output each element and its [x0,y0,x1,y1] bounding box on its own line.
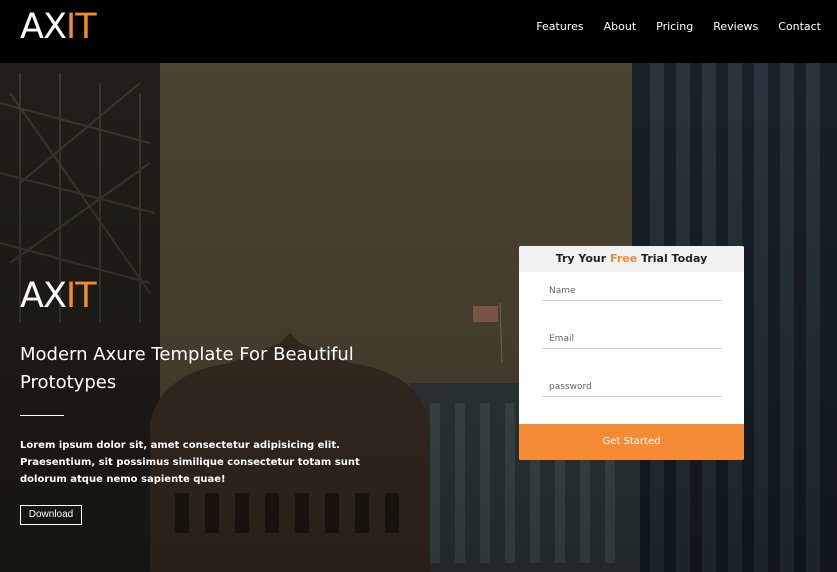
main-nav: Features About Pricing Reviews Contact [536,20,821,34]
nav-reviews[interactable]: Reviews [713,20,758,34]
brand-accent: IT [65,7,97,47]
get-started-button[interactable]: Get Started [519,424,744,460]
heading-after: Trial Today [641,252,708,265]
hero-body-text: Lorem ipsum dolor sit, amet consectetur … [20,440,360,485]
hero-divider [20,415,64,416]
hero-title-accent: IT [65,276,97,316]
nav-pricing[interactable]: Pricing [656,20,693,34]
download-button[interactable]: Download [20,505,82,525]
brand-prefix: AX [20,7,67,47]
brand-logo[interactable]: AXIT [20,6,97,48]
nav-contact[interactable]: Contact [778,20,821,34]
top-navbar: AXIT Features About Pricing Reviews Cont… [0,0,837,63]
hero-subtitle: Modern Axure Template For Beautiful Prot… [20,344,354,393]
signup-card-heading: Try Your Free Trial Today [519,246,744,272]
email-input[interactable] [542,329,722,349]
heading-before: Try Your [555,252,607,265]
password-input[interactable] [542,377,722,397]
name-input[interactable] [542,281,722,301]
signup-card: Try Your Free Trial Today Get Started [519,246,744,460]
heading-accent: Free [610,252,638,265]
hero-title: AXIT [20,276,97,316]
nav-about[interactable]: About [604,20,637,34]
nav-features[interactable]: Features [536,20,583,34]
hero-title-prefix: AX [20,276,67,316]
